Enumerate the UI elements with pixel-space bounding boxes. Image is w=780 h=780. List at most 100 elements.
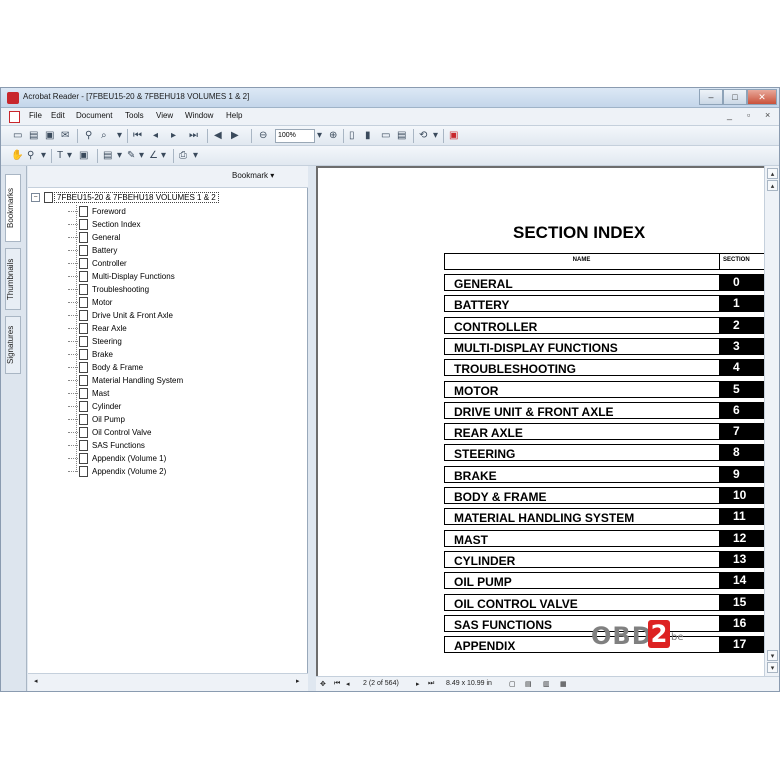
facing-icon[interactable]: ▥ [543,680,550,688]
save-icon[interactable]: ▤ [29,129,38,142]
bookmark-item[interactable]: Cylinder [68,401,121,414]
bookmark-item[interactable]: Rear Axle [68,323,127,336]
toggle-toolbar-icon[interactable]: ✥ [320,680,326,688]
tab-signatures[interactable]: Signatures [5,316,21,374]
scroll-down-icon[interactable]: ▾ [767,662,778,673]
bookmark-item[interactable]: Oil Pump [68,414,125,427]
minimize-button[interactable]: – [699,89,723,105]
next-view-icon[interactable]: ▶ [231,129,239,142]
rotate-icon[interactable]: ⟲ [419,129,427,142]
page-up-icon[interactable]: ▴ [767,180,778,191]
section-name: OIL PUMP [454,575,512,589]
bookmark-item[interactable]: SAS Functions [68,440,145,453]
last-page-icon[interactable]: ⏭ [428,680,434,688]
continuous-icon[interactable]: ▤ [525,680,532,688]
line-tool-icon[interactable]: ∠ [149,149,158,162]
doc-close-button[interactable]: × [765,110,770,120]
text-select-icon[interactable]: T [57,149,63,162]
bookmark-item[interactable]: Section Index [68,219,140,232]
zoom-in-icon[interactable]: ⊕ [329,129,337,142]
bookmark-item[interactable]: Drive Unit & Front Axle [68,310,173,323]
bookmark-item[interactable]: General [68,232,120,245]
scroll-up-icon[interactable]: ▴ [767,168,778,179]
rotate-dropdown-icon[interactable]: ▾ [433,129,438,142]
doc-minimize-button[interactable]: _ [727,110,732,120]
next-page-icon[interactable]: ▸ [171,129,176,142]
menu-file[interactable]: File [29,111,42,120]
pdf-page: SECTION INDEX NAME SECTION GENERAL 0 BATTE… [318,168,764,676]
bookmark-item[interactable]: Foreword [68,206,126,219]
doc-restore-button[interactable]: ▫ [747,110,750,120]
bookmark-item[interactable]: Mast [68,388,109,401]
stamp-icon[interactable]: ⎙ [179,149,187,162]
stamp-dropdown-icon[interactable]: ▾ [193,149,198,162]
maximize-button[interactable]: □ [723,89,747,105]
zoom-out-icon[interactable]: ⊖ [259,129,267,142]
menu-help[interactable]: Help [226,111,242,120]
scroll-left-icon[interactable]: ◂ [34,677,38,685]
menu-window[interactable]: Window [185,111,213,120]
bookmark-item[interactable]: Oil Control Valve [68,427,151,440]
first-page-icon[interactable]: ⏮ [133,129,142,142]
single-page-icon[interactable]: ▢ [509,680,516,688]
previous-page-icon[interactable]: ◂ [346,680,350,688]
reflow-icon[interactable]: ▤ [397,129,406,142]
previous-page-icon[interactable]: ◂ [153,129,158,142]
first-page-icon[interactable]: ⏮ [334,680,340,688]
email-icon[interactable]: ✉ [61,129,69,142]
print-icon[interactable]: ▣ [45,129,54,142]
note-icon[interactable]: ▤ [103,149,112,162]
bookmark-item[interactable]: Body & Frame [68,362,143,375]
page-number-field[interactable]: 2 (2 of 564) [363,680,399,687]
close-button[interactable]: ✕ [747,89,777,105]
menu-edit[interactable]: Edit [51,111,65,120]
adobe-help-icon[interactable]: ▣ [449,129,458,142]
bookmark-item[interactable]: Controller [68,258,127,271]
fit-width-icon[interactable]: ▭ [381,129,390,142]
collapse-icon[interactable]: − [31,193,40,202]
hand-tool-icon[interactable]: ✋ [11,149,23,162]
pencil-icon[interactable]: ✎ [127,149,135,162]
find-icon[interactable]: ⌕ [101,129,107,142]
open-icon[interactable]: ▭ [13,129,22,142]
fit-page-icon[interactable]: ▮ [365,129,371,142]
zoom-tool-dropdown-icon[interactable]: ▾ [41,149,46,162]
snapshot-icon[interactable]: ▣ [79,149,88,162]
panel-splitter[interactable] [308,166,316,691]
menu-document[interactable]: Document [76,111,112,120]
zoom-input[interactable]: 100% [275,129,315,143]
bookmark-item[interactable]: Appendix (Volume 1) [68,453,166,466]
bookmark-item[interactable]: Steering [68,336,122,349]
section-number: 14 [719,572,764,589]
text-select-dropdown-icon[interactable]: ▾ [67,149,72,162]
tab-thumbnails[interactable]: Thumbnails [5,248,21,310]
menu-view[interactable]: View [156,111,173,120]
bookmark-root[interactable]: − 7FBEU15-20 & 7FBEHU18 VOLUMES 1 & 2 [31,192,219,204]
bookmark-item[interactable]: Multi-Display Functions [68,271,175,284]
previous-view-icon[interactable]: ◀ [214,129,222,142]
continuous-facing-icon[interactable]: ▦ [560,680,567,688]
bookmark-item[interactable]: Motor [68,297,112,310]
bookmark-options-button[interactable]: Bookmark ▾ [232,171,274,180]
menu-tools[interactable]: Tools [125,111,144,120]
page-down-icon[interactable]: ▾ [767,650,778,661]
search-icon[interactable]: ⚲ [85,129,92,142]
zoom-dropdown-icon[interactable]: ▾ [317,129,322,142]
pencil-dropdown-icon[interactable]: ▾ [139,149,144,162]
vertical-scrollbar[interactable]: ▴ ▴ ▾ ▾ [764,166,779,676]
next-page-icon[interactable]: ▸ [416,680,420,688]
horizontal-scrollbar[interactable]: ◂ ▸ [28,673,308,691]
actual-size-icon[interactable]: ▯ [349,129,355,142]
scroll-right-icon[interactable]: ▸ [296,677,300,685]
zoom-tool-icon[interactable]: ⚲ [27,149,34,162]
bookmark-item[interactable]: Appendix (Volume 2) [68,466,166,479]
line-tool-dropdown-icon[interactable]: ▾ [161,149,166,162]
dropdown-arrow-icon[interactable]: ▾ [117,129,122,142]
bookmark-item[interactable]: Brake [68,349,113,362]
last-page-icon[interactable]: ⏭ [189,129,198,142]
bookmark-item[interactable]: Material Handling System [68,375,183,388]
tab-bookmarks[interactable]: Bookmarks [5,174,21,242]
bookmark-item[interactable]: Battery [68,245,117,258]
note-dropdown-icon[interactable]: ▾ [117,149,122,162]
bookmark-item[interactable]: Troubleshooting [68,284,149,297]
